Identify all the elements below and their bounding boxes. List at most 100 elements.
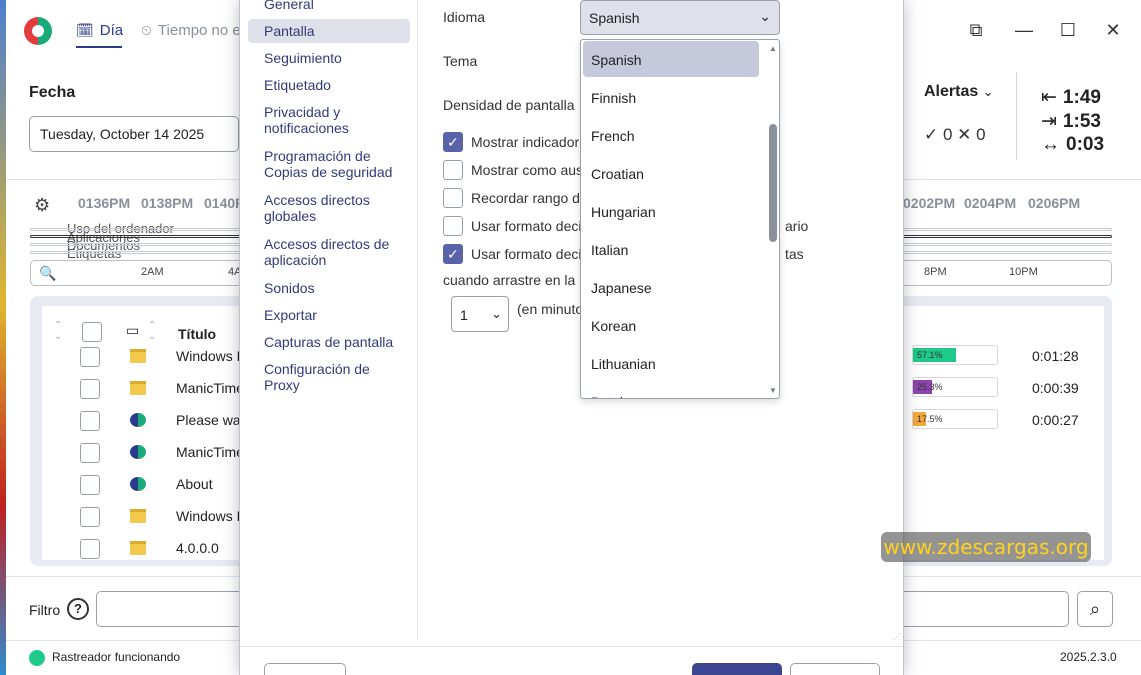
language-option[interactable]: Japanese [583,269,759,305]
language-option[interactable]: Italian [583,231,759,267]
settings-nav-item[interactable]: General [248,0,410,18]
usage-percent: 57.1% [917,350,943,360]
row-checkbox[interactable] [80,475,100,495]
summary-start: ⇤ 1:49 [1041,86,1101,109]
close-button[interactable]: ✕ [1098,20,1128,41]
scroll-up-icon[interactable]: ▲ [769,44,777,53]
fecha-label: Fecha [29,84,76,101]
compact-mode-icon[interactable]: ⧉ [961,20,991,41]
settings-nav-item[interactable]: Etiquetado [248,77,410,99]
timeline-tick: 0202PM [903,195,956,211]
settings-nav-item[interactable]: Sonidos [248,280,410,302]
usage-duration: 0:00:27 [1032,412,1079,428]
gear-icon[interactable]: ⚙ [34,195,50,216]
summary-end-value: 1:53 [1062,111,1101,132]
setting-checkbox[interactable] [443,216,463,236]
language-option[interactable]: Lithuanian [583,345,759,381]
minutes-select[interactable]: 1 ⌄ [451,296,509,332]
sort-icon[interactable]: ⌃ ⌄ [148,320,156,342]
select-all-checkbox[interactable] [82,322,102,342]
alertas-dropdown[interactable]: Alertas ⌄ [924,83,994,101]
sort-icon[interactable]: ⌃ ⌄ [54,320,62,342]
settings-nav-item[interactable]: Accesos directos globales [248,192,410,226]
arrow-left-bar-icon: ⇤ [1041,87,1057,108]
language-option[interactable]: French [583,117,759,153]
settings-nav-item[interactable]: Accesos directos de aplicación [248,236,410,270]
setting-checkbox[interactable]: ✓ [443,244,463,264]
maximize-button[interactable]: ☐ [1053,20,1083,41]
language-option[interactable]: Spanish [583,41,759,77]
tracker-status-text: Rastreador funcionando [52,650,181,664]
row-title: ManicTime [176,444,244,460]
setting-checkbox[interactable]: ✓ [443,132,463,152]
tema-label: Tema [443,53,478,69]
search-button[interactable]: ⌕ [1077,591,1113,627]
scroll-down-icon[interactable]: ▼ [769,386,777,395]
settings-nav-item[interactable]: Programación de Copias de seguridad [248,148,410,182]
summary-end: ⇥ 1:53 [1041,110,1101,133]
tab-tiempo-label: Tiempo no e [157,22,241,39]
setting-checkbox[interactable] [443,188,463,208]
summary-divider [1016,72,1017,160]
row-checkbox[interactable] [80,411,100,431]
dialog-footer [240,646,903,675]
dropdown-scrollbar[interactable]: ▲ ▼ [768,44,778,396]
cancel-button[interactable] [790,663,880,675]
help-button[interactable] [264,663,346,675]
usage-bar: 17.5% [912,409,998,429]
scrubber-tick: 2AM [141,266,164,278]
timeline-tick: 0138PM [141,195,194,211]
tab-tiempo-no-etiquetado[interactable]: ⏲ Tiempo no e [141,22,241,39]
settings-nav-item[interactable]: Configuración de Proxy [248,361,410,395]
language-option[interactable]: Dutch [583,383,759,398]
row-checkbox[interactable] [80,379,100,399]
row-checkbox[interactable] [80,443,100,463]
scrollbar-thumb[interactable] [769,124,777,242]
manictime-logo [24,17,52,45]
language-option[interactable]: Croatian [583,155,759,191]
setting-checkbox-label: Mostrar como aus [471,162,584,178]
alertas-label: Alertas [924,83,979,100]
usage-duration: 0:00:39 [1032,380,1079,396]
language-option[interactable]: Korean [583,307,759,343]
row-checkbox[interactable] [80,539,100,559]
timeline-tick: 0206PM [1028,195,1081,211]
usage-percent: 17.5% [917,414,943,424]
language-select[interactable]: Spanish ⌄ [580,0,780,35]
minimize-button[interactable]: — [1009,20,1039,41]
language-select-value: Spanish [589,10,640,26]
densidad-label: Densidad de pantalla [443,97,575,113]
alert-counts: ✓ 0 ✕ 0 [924,125,986,144]
row-checkbox[interactable] [80,507,100,527]
settings-nav-item[interactable]: Seguimiento [248,50,410,72]
settings-nav-item[interactable]: Exportar [248,307,410,329]
timeline-tick: 0136PM [78,195,131,211]
search-icon[interactable]: 🔍 [39,265,56,282]
active-tab-indicator [76,46,122,48]
row-title: About [176,476,213,492]
language-option[interactable]: Finnish [583,79,759,115]
manictime-icon [130,477,146,491]
manictime-icon [130,413,146,427]
minutos-label: (en minuto [517,301,584,317]
minutes-select-value: 1 [460,307,468,323]
arrow-right-bar-icon: ⇥ [1041,111,1057,132]
summary-start-value: 1:49 [1062,87,1101,108]
settings-nav-item[interactable]: Capturas de pantalla [248,334,410,356]
ok-button[interactable] [692,663,782,675]
row-checkbox[interactable] [80,347,100,367]
settings-dialog: General Pantalla Seguimiento Etiquetado Priv… [239,0,904,675]
language-dropdown-list[interactable]: Spanish Finnish French Croatian Hungarian Ita… [580,39,780,399]
row-title: Please wait [176,412,248,428]
setting-checkbox-label: Usar formato deci [471,246,582,262]
date-picker-input[interactable]: Tuesday, October 14 2025 [29,116,239,152]
tab-dia[interactable]: 🗓 Día [76,22,123,39]
usage-bar: 57.1% [912,345,998,365]
resize-grip-icon: ⋰ [893,632,901,641]
setting-checkbox[interactable] [443,160,463,180]
settings-nav-item[interactable]: Pantalla [248,19,410,43]
language-option[interactable]: Hungarian [583,193,759,229]
settings-nav-item[interactable]: Privacidad y notificaciones [248,104,410,138]
help-icon[interactable]: ? [67,598,89,620]
chevron-down-icon: ⌄ [982,84,994,99]
